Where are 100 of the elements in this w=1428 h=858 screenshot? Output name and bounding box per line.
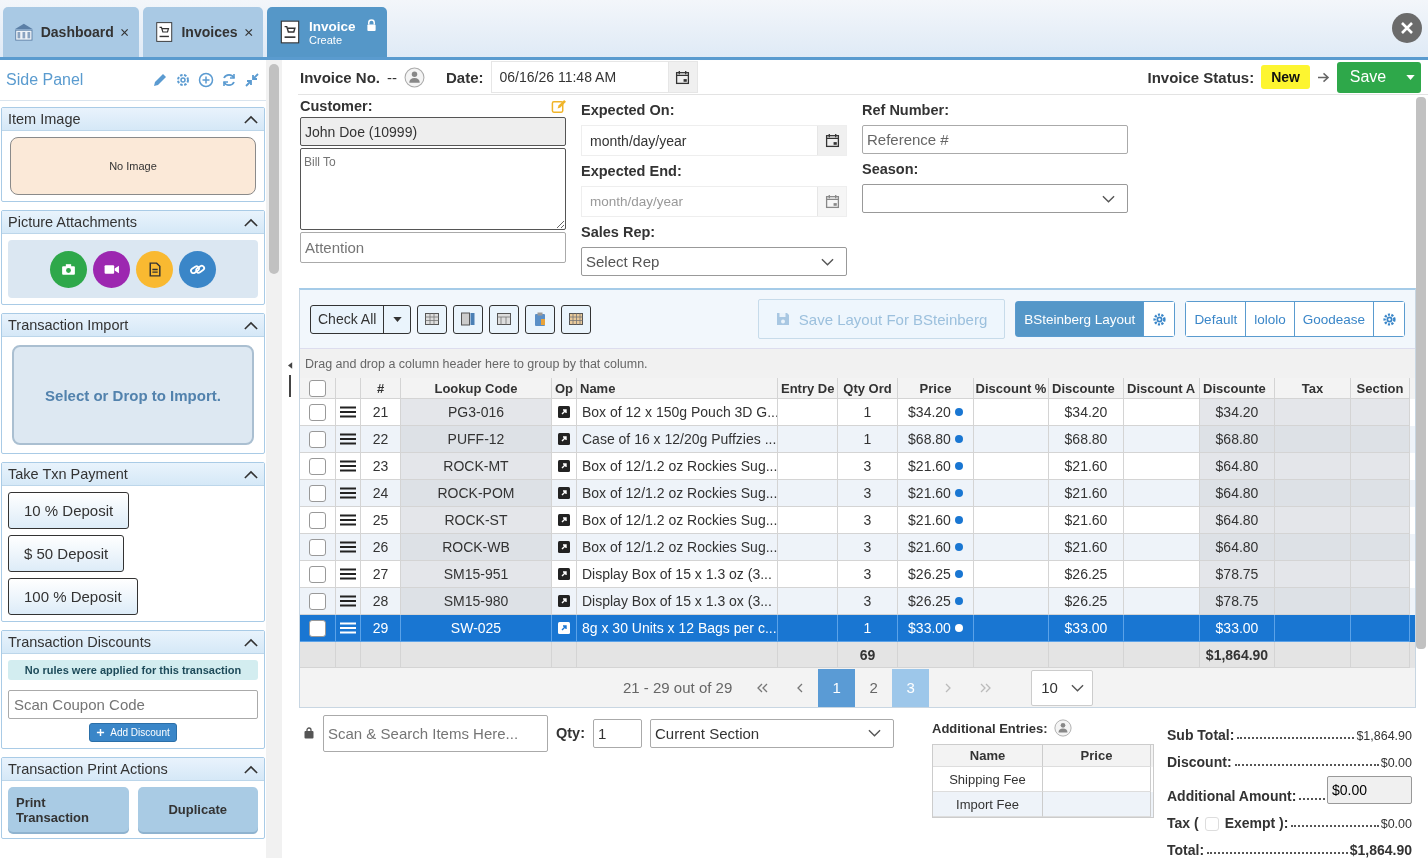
page-button[interactable]: 2	[855, 668, 893, 707]
deposit-button[interactable]: $ 50 Deposit	[8, 535, 125, 572]
columns-icon	[460, 311, 477, 327]
reference-input[interactable]: Reference #	[862, 125, 1128, 154]
checkbox[interactable]	[309, 592, 326, 610]
checkbox[interactable]	[309, 538, 326, 556]
checkbox[interactable]	[309, 511, 326, 529]
total-label: Additional Amount:	[1167, 788, 1297, 804]
drag-handle-icon[interactable]	[340, 568, 356, 580]
refresh-icon[interactable]	[221, 72, 237, 88]
checkbox[interactable]	[309, 619, 326, 637]
toolbar-button[interactable]	[417, 304, 448, 334]
open-link-icon[interactable]	[558, 433, 570, 445]
field-label: Ref Number:	[862, 101, 950, 120]
settings-icon[interactable]	[175, 72, 191, 88]
tab[interactable]: Invoices	[143, 7, 263, 57]
customer-field[interactable]: John Doe (10999)	[300, 117, 566, 146]
settings-icon	[1151, 311, 1167, 327]
item-search-input[interactable]: Scan & Search Items Here...	[323, 714, 548, 752]
collapse-arrow-icon[interactable]	[287, 361, 293, 369]
toolbar-button[interactable]	[561, 304, 592, 334]
table-cell: $68.80	[908, 431, 951, 447]
drag-handle-icon[interactable]	[340, 487, 356, 499]
scrollbar[interactable]	[1416, 97, 1426, 649]
table-cell: $64.80	[1200, 480, 1275, 507]
table-row[interactable]: 22 PUFF-12 Case of 16 x 12/20g Puffzies ... 1 $68.80 $68.80 $68.80	[300, 426, 1415, 453]
toolbar-button[interactable]	[453, 304, 484, 334]
drag-handle-icon[interactable]	[340, 541, 356, 553]
total-label: Sub Total:	[1167, 727, 1235, 743]
person-icon[interactable]	[404, 66, 426, 88]
toolbar-button[interactable]	[525, 304, 556, 334]
table-cell: $78.75	[1200, 561, 1275, 588]
drag-handle-icon[interactable]	[340, 460, 356, 472]
tab[interactable]: Dashboard	[3, 7, 139, 57]
attachment-button[interactable]	[93, 250, 130, 288]
drag-handle-icon[interactable]	[340, 595, 356, 607]
table-row[interactable]: 26 ROCK-WB Box of 12/1.2 oz Rockies Sug... 3 $21.60 $21.60 $64.80	[300, 534, 1415, 561]
drag-handle-icon[interactable]	[340, 406, 356, 418]
quantity-input[interactable]: 1	[593, 718, 642, 748]
open-link-icon[interactable]	[558, 406, 570, 418]
checkbox[interactable]	[309, 457, 326, 475]
deposit-button[interactable]: 10 % Deposit	[8, 492, 130, 529]
calendar-icon[interactable]	[675, 69, 691, 85]
collapse-icon[interactable]	[244, 72, 260, 88]
splitter-handle[interactable]	[289, 374, 291, 397]
table-row[interactable]: 29 SW-025 8g x 30 Units x 12 Bags per c... 1 $33.00 $33.00 $33.00	[300, 615, 1415, 642]
attachment-button[interactable]	[179, 250, 216, 288]
page-size-select[interactable]: 10	[1031, 669, 1094, 706]
chevron-icon[interactable]	[244, 469, 258, 479]
scrollbar[interactable]	[269, 64, 279, 274]
add-icon[interactable]	[198, 72, 214, 88]
checkbox[interactable]	[309, 484, 326, 502]
toolbar-button[interactable]	[489, 304, 520, 334]
close-icon[interactable]	[243, 26, 253, 38]
bill-to-textarea[interactable]: Bill To	[300, 148, 566, 230]
deposit-button[interactable]: 100 % Deposit	[8, 578, 138, 615]
checkbox[interactable]	[309, 565, 326, 583]
first-page-icon[interactable]	[756, 682, 769, 693]
drag-handle-icon[interactable]	[340, 433, 356, 445]
calendar-icon[interactable]	[824, 133, 840, 148]
open-link-icon[interactable]	[558, 595, 570, 607]
person-icon[interactable]	[1053, 719, 1072, 737]
add-discount-button[interactable]: Add Discount	[89, 723, 177, 742]
caret-icon	[392, 316, 402, 322]
chevron-icon[interactable]	[244, 320, 258, 330]
open-link-icon[interactable]	[558, 487, 570, 499]
section-select[interactable]: Current Section	[650, 718, 894, 748]
date-field[interactable]: month/day/year	[581, 125, 847, 156]
chevron-icon[interactable]	[244, 764, 258, 774]
table-row[interactable]: 24 ROCK-POM Box of 12/1.2 oz Rockies Sug... 3 $21.60 $21.60 $64.80	[300, 480, 1415, 507]
table-row[interactable]: 28 SM15-980 Display Box of 15 x 1.3 ox (3... 3 $26.25 $26.25 $78.75	[300, 588, 1415, 615]
table-cell: PUFF-12	[401, 426, 552, 453]
checkbox[interactable]	[309, 403, 326, 421]
attention-input[interactable]: Attention	[300, 232, 566, 263]
sales-rep-select[interactable]: Select Rep	[581, 247, 847, 276]
table-cell: $26.25	[908, 566, 951, 582]
amount-input[interactable]: $0.00	[1327, 776, 1412, 804]
close-icon[interactable]	[119, 26, 129, 38]
attachment-button[interactable]	[136, 250, 173, 288]
date-field[interactable]: 06/16/26 11:48 AM	[490, 61, 698, 93]
chevron-icon[interactable]	[244, 637, 258, 647]
section-title: Additional Entries:	[932, 720, 1048, 736]
open-link-icon[interactable]	[558, 460, 570, 472]
drag-handle-icon[interactable]	[340, 514, 356, 526]
checkbox[interactable]	[309, 430, 326, 448]
season-select[interactable]	[862, 184, 1128, 213]
open-link-icon[interactable]	[558, 514, 570, 526]
print-action-button[interactable]: Duplicate	[137, 787, 258, 832]
print-action-button[interactable]: Print Transaction	[8, 787, 129, 832]
chevron-icon[interactable]	[244, 114, 258, 124]
open-link-icon[interactable]	[558, 541, 570, 553]
field-label: Invoice Status:	[1147, 68, 1255, 86]
checkbox[interactable]	[309, 379, 326, 397]
close-icon[interactable]	[1392, 13, 1422, 43]
column-header: Name	[933, 745, 1043, 767]
open-link-icon[interactable]	[558, 568, 570, 580]
layout-button[interactable]: Default	[1186, 302, 1247, 336]
pencil-icon[interactable]	[152, 72, 168, 88]
chevron-icon[interactable]	[244, 217, 258, 227]
coupon-input[interactable]: Scan Coupon Code	[8, 690, 258, 719]
